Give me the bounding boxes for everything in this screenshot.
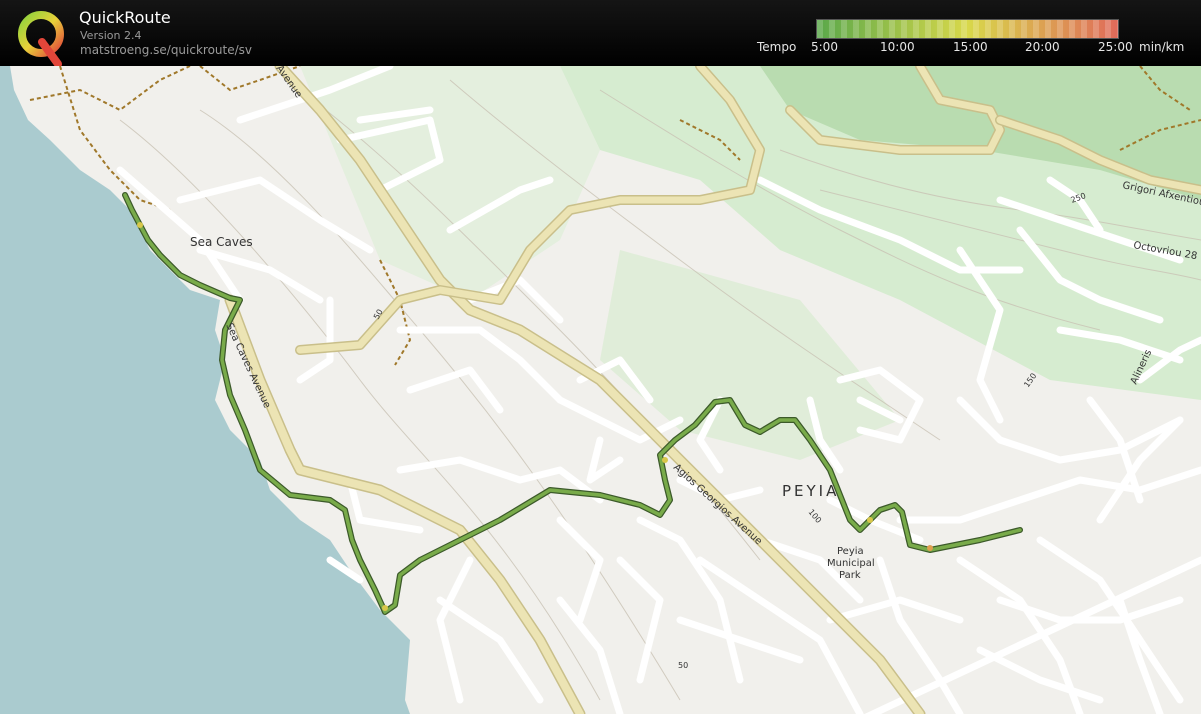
- label-park-line3: Park: [839, 570, 861, 581]
- tempo-label: Tempo: [757, 40, 797, 54]
- route-marker: [137, 222, 143, 228]
- quickroute-logo-icon: [18, 11, 64, 66]
- map-canvas[interactable]: Sea Caves Sea Caves Avenue Agios Georgio…: [0, 66, 1201, 714]
- label-park-line1: Peyia: [837, 546, 864, 557]
- tick-label-25: 25:00: [1098, 40, 1133, 54]
- label-peyia: PEYIA: [782, 482, 839, 500]
- app-url[interactable]: matstroeng.se/quickroute/sv: [80, 43, 252, 57]
- label-sea-caves: Sea Caves: [190, 235, 253, 249]
- tick-label-15: 15:00: [953, 40, 988, 54]
- label-park-line2: Municipal: [827, 558, 875, 569]
- route-marker: [662, 457, 668, 463]
- tempo-color-scale: [816, 19, 1119, 39]
- route-marker: [867, 517, 873, 523]
- header-bar: QuickRoute Version 2.4 matstroeng.se/qui…: [0, 0, 1201, 66]
- route-marker: [382, 605, 388, 611]
- app-version: Version 2.4: [80, 29, 142, 42]
- contour-label-50b: 50: [678, 661, 688, 670]
- unit-label: min/km: [1139, 40, 1185, 54]
- route-marker: [927, 545, 933, 551]
- tick-label-5: 5:00: [811, 40, 838, 54]
- tick-label-10: 10:00: [880, 40, 915, 54]
- tick-label-20: 20:00: [1025, 40, 1060, 54]
- app-title: QuickRoute: [79, 8, 171, 27]
